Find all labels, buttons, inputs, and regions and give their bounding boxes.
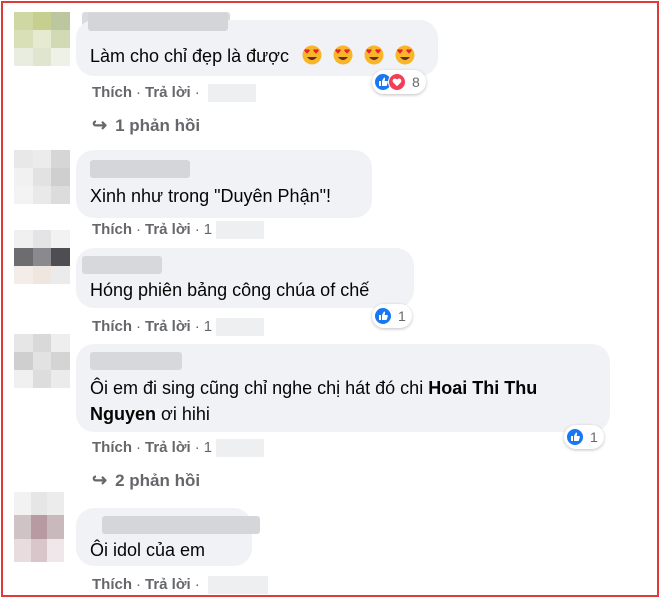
like-icon — [566, 428, 584, 446]
like-link[interactable]: Thích — [92, 221, 132, 238]
view-replies-link[interactable]: ↪ 2 phản hồi — [92, 470, 200, 491]
reaction-count: 1 — [590, 429, 598, 445]
blurred-timestamp — [216, 318, 265, 337]
reply-link[interactable]: Trả lời — [145, 576, 191, 593]
blurred-timestamp — [216, 221, 265, 240]
comment-text: Hóng phiên bảng công chúa of chế — [90, 280, 370, 300]
comment-actions: Thích · Trả lời · — [92, 576, 268, 595]
blurred-author-name[interactable] — [90, 352, 182, 370]
like-link[interactable]: Thích — [92, 576, 132, 593]
reaction-summary[interactable]: 1 — [564, 425, 604, 449]
blurred-timestamp[interactable] — [207, 84, 256, 103]
mention-link-continued[interactable]: Nguyen — [90, 404, 156, 424]
comment-text: Ôi idol của em — [90, 540, 206, 560]
comment-actions: Thích · Trả lời · — [92, 84, 256, 103]
blurred-author-name[interactable] — [102, 516, 260, 534]
avatar[interactable] — [14, 150, 70, 204]
heart-eyes-emoji-icon — [333, 45, 353, 65]
comment-text-line2: ơi hihi — [161, 404, 210, 424]
heart-eyes-emoji-icon — [395, 45, 415, 65]
timestamp-partial[interactable]: 1 — [204, 318, 212, 335]
comment-bubble: Xinh như trong "Duyên Phận"! — [76, 150, 372, 218]
avatar[interactable] — [14, 492, 64, 562]
comment-actions: Thích · Trả lời · 1 — [92, 439, 265, 458]
timestamp-partial[interactable]: 1 — [204, 221, 212, 238]
heart-eyes-emoji-icon — [302, 45, 322, 65]
like-link[interactable]: Thích — [92, 84, 132, 101]
comment-bubble: Hóng phiên bảng công chúa of chế — [76, 248, 414, 308]
reply-arrow-icon: ↪ — [92, 470, 108, 490]
blurred-timestamp[interactable] — [207, 576, 268, 595]
love-icon — [388, 73, 406, 91]
blurred-timestamp — [216, 439, 265, 458]
like-icon — [374, 307, 392, 325]
view-replies-link[interactable]: ↪ 1 phản hồi — [92, 115, 200, 136]
comment-bubble: Ôi idol của em — [76, 508, 260, 566]
like-link[interactable]: Thích — [92, 318, 132, 335]
reply-link[interactable]: Trả lời — [145, 221, 191, 238]
blurred-author-name[interactable] — [90, 160, 190, 178]
blurred-author-name[interactable] — [88, 13, 228, 31]
reply-link[interactable]: Trả lời — [145, 84, 191, 101]
avatar[interactable] — [14, 334, 70, 388]
reply-arrow-icon: ↪ — [92, 115, 108, 135]
comment-bubble: Ôi em đi sing cũng chỉ nghe chị hát đó c… — [76, 344, 610, 432]
timestamp-partial[interactable]: 1 — [204, 439, 212, 456]
comment-actions: Thích · Trả lời · 1 — [92, 221, 265, 240]
comment-actions: Thích · Trả lời · 1 — [92, 318, 265, 337]
reply-link[interactable]: Trả lời — [145, 318, 191, 335]
avatar[interactable] — [14, 230, 70, 284]
comment-text: Làm cho chỉ đẹp là được — [90, 46, 289, 66]
heart-eyes-emoji-icon — [364, 45, 384, 65]
mention-link[interactable]: Hoai Thi Thu — [428, 378, 537, 398]
comment-text-line1: Ôi em đi sing cũng chỉ nghe chị hát đó c… — [90, 378, 424, 398]
avatar[interactable] — [14, 12, 70, 66]
reaction-summary[interactable]: 1 — [372, 304, 412, 328]
reaction-count: 1 — [398, 308, 406, 324]
like-link[interactable]: Thích — [92, 439, 132, 456]
reply-link[interactable]: Trả lời — [145, 439, 191, 456]
reaction-summary[interactable]: 8 — [372, 70, 426, 94]
reaction-count: 8 — [412, 74, 420, 90]
blurred-author-name[interactable] — [82, 256, 162, 274]
comment-text: Xinh như trong "Duyên Phận"! — [90, 186, 331, 206]
